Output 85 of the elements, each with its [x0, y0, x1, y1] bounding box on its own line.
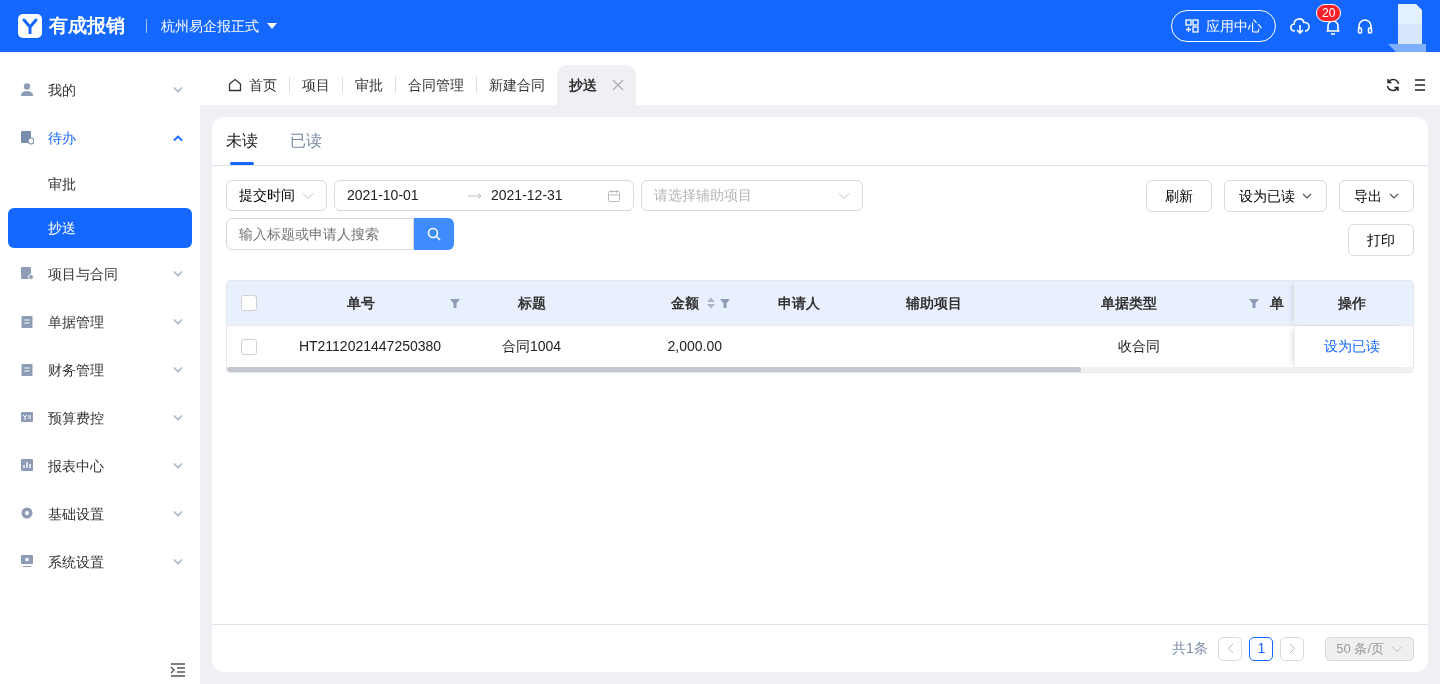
chevron-down-icon [172, 270, 184, 278]
chevron-left-icon [1226, 643, 1234, 654]
action-button[interactable]: 导出 [1339, 180, 1414, 212]
chevron-down-icon [172, 86, 184, 94]
table-cell-text: 收合同 [1117, 337, 1160, 356]
home-icon [228, 78, 242, 92]
monitor-icon [20, 554, 34, 570]
column-header: 操作 [1294, 281, 1409, 325]
search-field[interactable]: 输入标题或申请人搜索 [226, 218, 414, 250]
sidebar-item[interactable]: 我的 [0, 66, 200, 114]
column-header: 辅助项目 [905, 293, 963, 313]
search-icon [427, 227, 441, 241]
column-header: 金额 [669, 293, 699, 313]
chevron-up-icon [172, 134, 184, 142]
column-header: 申请人 [777, 293, 821, 313]
sidebar-item[interactable]: 系统设置 [0, 538, 200, 586]
table-cell-text: 合同1004 [501, 337, 562, 356]
avatar[interactable] [1388, 4, 1426, 52]
chevron-down-icon [302, 191, 314, 200]
page-tab[interactable]: 项目 [290, 65, 342, 105]
action-button[interactable]: 设为已读 [1224, 180, 1327, 212]
logo-icon [17, 14, 42, 38]
sidebar-item[interactable]: 报表中心 [0, 442, 200, 490]
app-name: 有成报销 [48, 13, 125, 38]
print-button[interactable]: 打印 [1348, 224, 1414, 256]
table-cell-text: 2,000.00 [667, 337, 722, 356]
read-status-tab[interactable]: 未读 [226, 117, 258, 165]
table-cell-text: HT2112021447250380 [298, 337, 442, 356]
chevron-down-icon [838, 191, 850, 200]
collapse-menu-icon [170, 663, 186, 677]
page-tab[interactable]: 抄送 [557, 65, 636, 105]
clipboard-icon [20, 314, 34, 330]
person-icon [20, 82, 34, 98]
read-status-tab[interactable]: 已读 [290, 117, 322, 165]
sidebar-item[interactable]: 单据管理 [0, 298, 200, 346]
document-clock-icon [20, 130, 34, 146]
horizontal-scrollbar[interactable] [227, 367, 1413, 372]
column-header: 单据类型 [1100, 293, 1158, 313]
sidebar-subitem[interactable]: 审批 [8, 164, 192, 204]
page-tab[interactable]: 首页 [216, 65, 289, 105]
page-tab[interactable]: 合同管理 [396, 65, 476, 105]
notification-badge: 20 [1316, 3, 1342, 22]
bar-chart-icon [20, 458, 34, 474]
chevron-down-icon [172, 462, 184, 470]
caret-down-icon [265, 22, 278, 30]
headset-icon [1356, 17, 1374, 35]
sidebar-item[interactable]: 项目与合同 [0, 250, 200, 298]
close-icon [612, 79, 624, 91]
date-range-field[interactable]: 2021-10-01 2021-12-31 [334, 180, 634, 211]
document-icon [20, 266, 34, 282]
chevron-right-icon [1288, 643, 1296, 654]
select-all-checkbox[interactable] [241, 295, 257, 311]
time-type-select[interactable]: 提交时间 [226, 180, 327, 211]
chevron-down-icon [172, 414, 184, 422]
column-header: 单 [1270, 293, 1285, 313]
sidebar-item[interactable]: 待办 [0, 114, 200, 162]
column-header: 标题 [516, 293, 547, 313]
apps-grid-icon [1185, 19, 1199, 33]
org-selector[interactable]: 杭州易企报正式 [160, 15, 278, 37]
clipboard-icon [20, 362, 34, 378]
sidebar-item[interactable]: 基础设置 [0, 490, 200, 538]
page-button[interactable]: 1 [1249, 636, 1274, 661]
menu-icon [1414, 78, 1426, 92]
next-page-button[interactable] [1280, 636, 1305, 661]
cloud-download-icon [1290, 17, 1310, 35]
chevron-down-icon [172, 558, 184, 566]
chevron-down-icon [172, 510, 184, 518]
total-count: 共1条 [1172, 639, 1208, 658]
page-tab[interactable]: 审批 [343, 65, 395, 105]
sidebar-item[interactable]: 预算费控 [0, 394, 200, 442]
chevron-down-icon [1391, 644, 1403, 653]
arrow-right-icon [467, 191, 483, 200]
page-tab[interactable]: 新建合同 [477, 65, 557, 105]
refresh-icon [1386, 78, 1400, 92]
sidebar-item[interactable]: 财务管理 [0, 346, 200, 394]
chevron-down-icon [172, 318, 184, 326]
action-button[interactable]: 刷新 [1146, 180, 1212, 212]
sidebar-subitem[interactable]: 抄送 [8, 208, 192, 248]
set-read-link[interactable]: 设为已读 [1324, 336, 1380, 357]
previous-page-button[interactable] [1218, 636, 1243, 661]
column-header: 单号 [345, 293, 376, 313]
calendar-icon [607, 188, 621, 203]
search-button[interactable] [414, 218, 454, 250]
row-checkbox[interactable] [241, 338, 257, 355]
chevron-down-icon [172, 366, 184, 374]
